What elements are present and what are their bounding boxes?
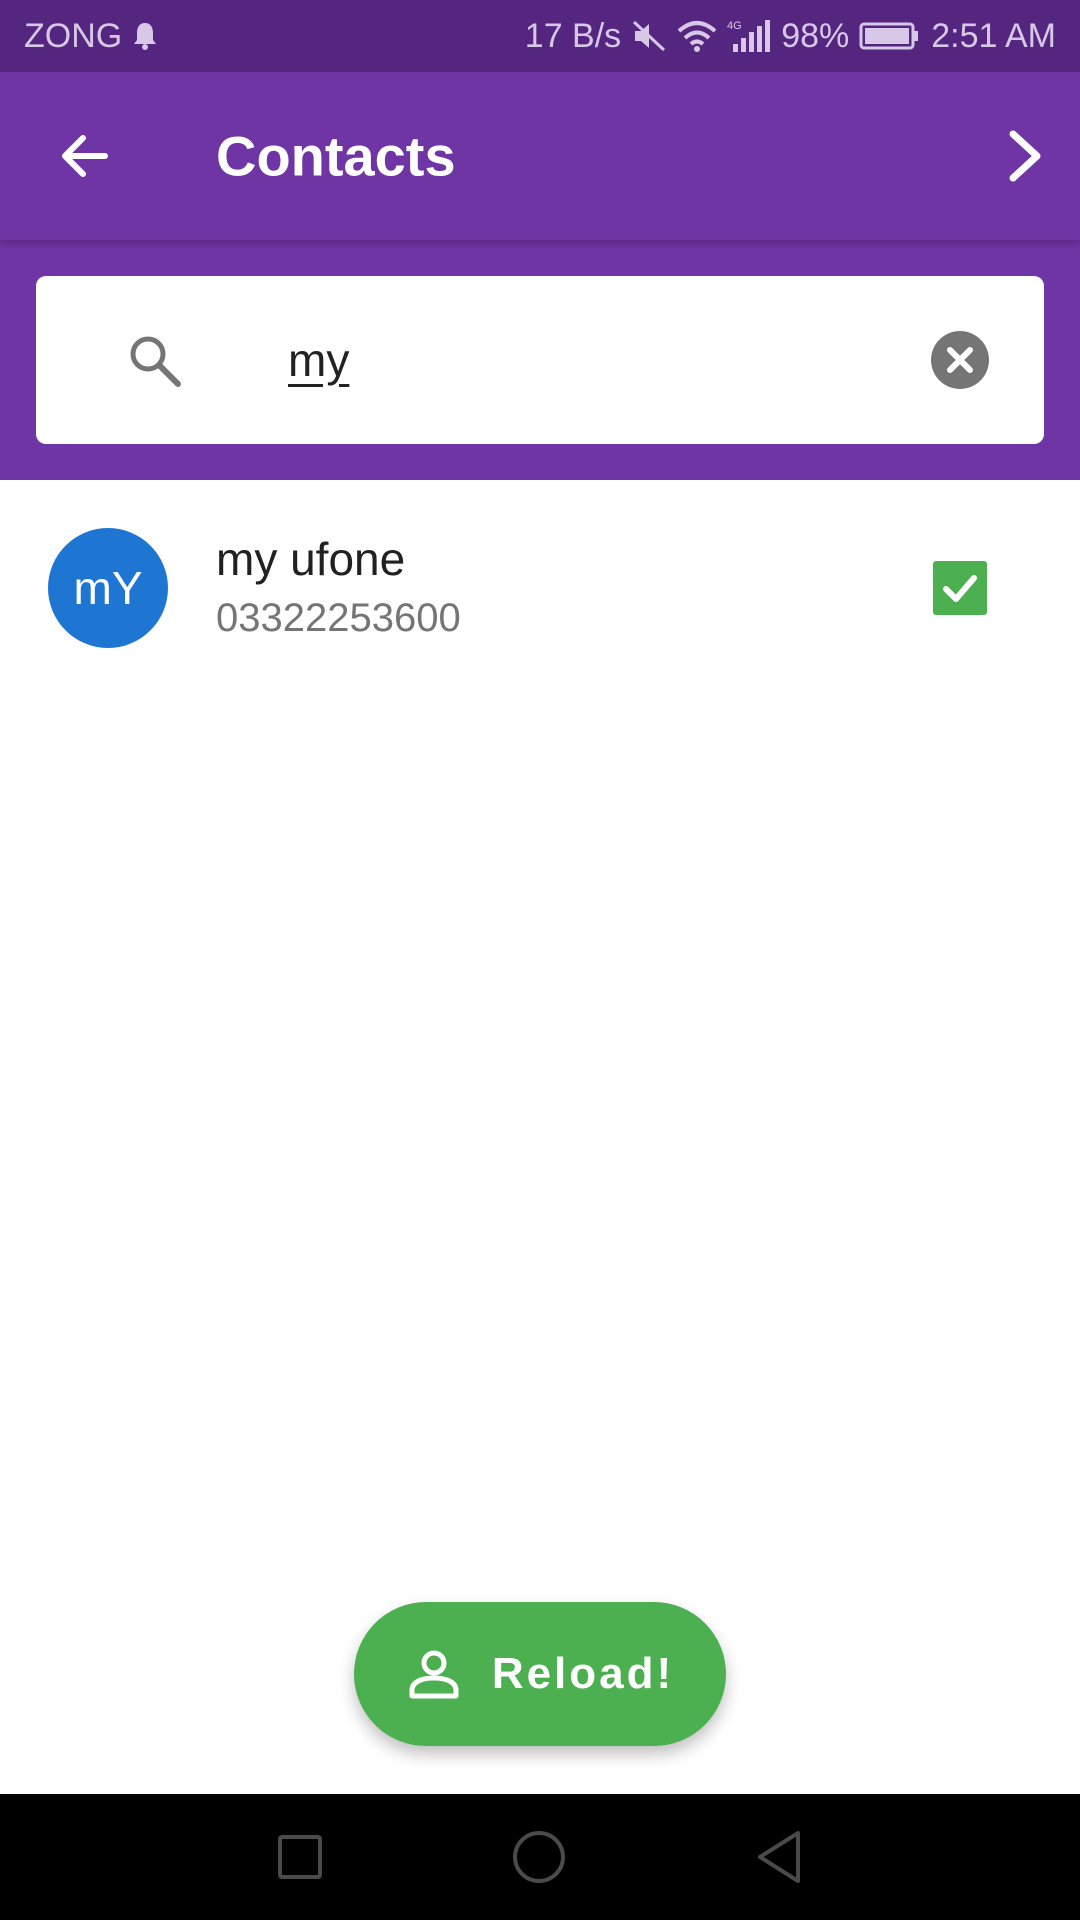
wifi-icon: [677, 19, 717, 53]
mute-icon: [631, 19, 667, 53]
home-icon: [513, 1831, 565, 1883]
page-title: Contacts: [216, 124, 456, 188]
contact-list-item[interactable]: mY my ufone 03322253600: [0, 480, 1080, 696]
battery-icon: [859, 21, 921, 51]
clear-circle-icon[interactable]: [930, 330, 990, 390]
status-bar: ZONG 17 B/s 4G 98% 2:51 AM: [0, 0, 1080, 72]
search-box[interactable]: [36, 276, 1044, 444]
chevron-right-icon: [1009, 130, 1041, 182]
network-type-label: 4G: [727, 20, 742, 32]
app-bar: Contacts: [0, 72, 1080, 240]
back-icon: [758, 1831, 800, 1883]
reload-button[interactable]: Reload!: [354, 1602, 726, 1746]
home-button[interactable]: [509, 1827, 569, 1887]
network-speed: 17 B/s: [524, 16, 622, 55]
check-icon: [943, 575, 977, 602]
battery-percent: 98%: [781, 16, 850, 55]
recent-apps-icon: [278, 1835, 322, 1879]
contact-phone: 03322253600: [216, 596, 461, 640]
search-input[interactable]: [288, 320, 888, 400]
search-icon: [130, 336, 181, 387]
avatar: mY: [48, 528, 168, 648]
clock: 2:51 AM: [931, 16, 1056, 55]
reload-label: Reload!: [491, 1649, 675, 1698]
contact-name: my ufone: [216, 533, 406, 585]
carrier-label: ZONG: [24, 16, 123, 55]
search-bar-container: [0, 240, 1080, 480]
system-back-button[interactable]: [750, 1827, 810, 1887]
recent-apps-button[interactable]: [270, 1827, 330, 1887]
bell-icon: [132, 21, 158, 51]
contact-checkbox[interactable]: [933, 561, 987, 615]
person-icon: [409, 1650, 459, 1699]
back-button[interactable]: [50, 121, 120, 191]
arrow-left-icon: [62, 135, 108, 177]
next-button[interactable]: [990, 121, 1060, 191]
signal-icon: 4G: [727, 18, 771, 54]
system-nav-bar: [0, 1794, 1080, 1920]
